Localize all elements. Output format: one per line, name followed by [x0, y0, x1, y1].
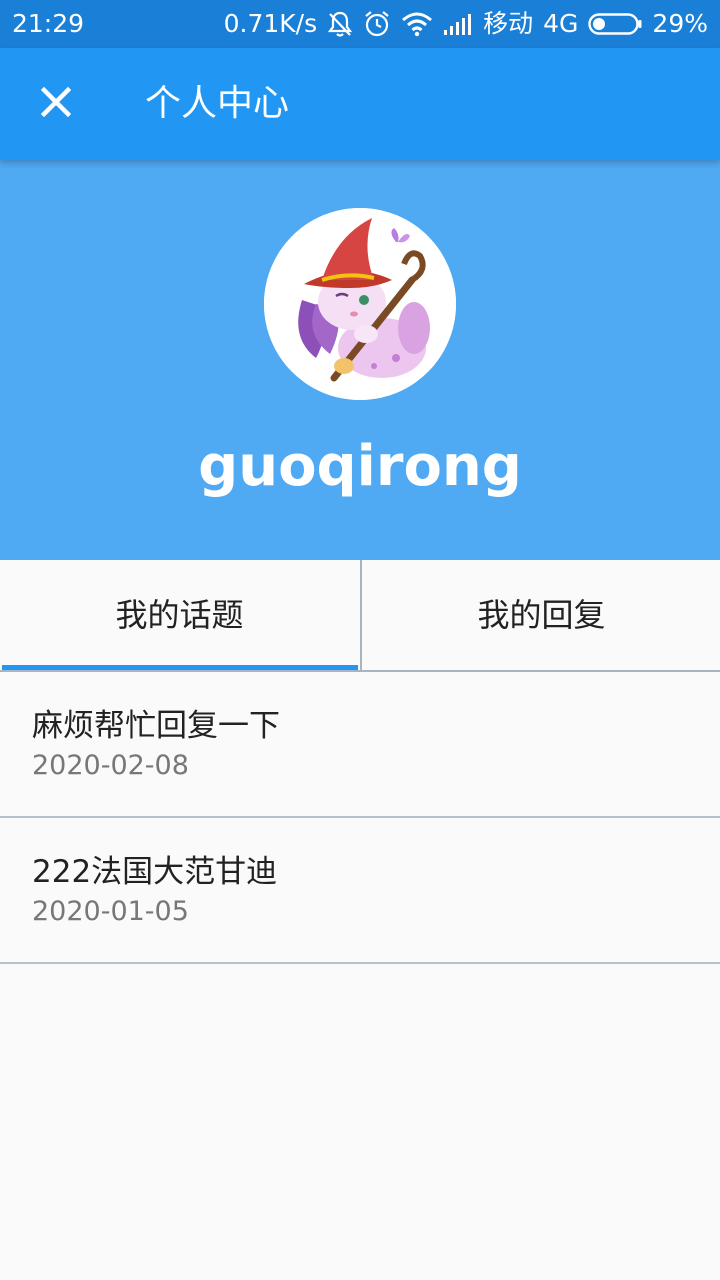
topic-title: 222法国大范甘迪 — [32, 854, 278, 890]
list-item[interactable]: 麻烦帮忙回复一下 2020-02-08 — [0, 672, 720, 818]
status-bar: 21:29 0.71K/s 移动 4G 29% — [0, 0, 720, 48]
username: guoqirong — [198, 434, 522, 499]
close-icon — [40, 86, 72, 121]
battery-icon — [588, 12, 642, 36]
battery-percent: 29% — [652, 9, 708, 38]
alarm-icon — [363, 10, 391, 38]
avatar-image — [264, 208, 456, 400]
carrier-name: 移动 — [483, 9, 534, 38]
signal-icon — [443, 12, 473, 36]
mute-bell-icon — [327, 10, 353, 38]
status-time: 21:29 — [12, 9, 85, 38]
topic-list: 麻烦帮忙回复一下 2020-02-08 222法国大范甘迪 2020-01-05 — [0, 672, 720, 964]
close-button[interactable] — [22, 70, 90, 138]
tab-my-replies[interactable]: 我的回复 — [360, 560, 720, 670]
network-type: 4G — [543, 9, 579, 38]
tab-indicator — [2, 665, 358, 670]
topic-date: 2020-01-05 — [32, 896, 189, 927]
tab-my-topics[interactable]: 我的话题 — [0, 560, 359, 670]
topic-title: 麻烦帮忙回复一下 — [32, 708, 280, 744]
list-item[interactable]: 222法国大范甘迪 2020-01-05 — [0, 818, 720, 964]
avatar[interactable] — [264, 208, 456, 400]
topic-date: 2020-02-08 — [32, 750, 189, 781]
app-bar: 个人中心 — [0, 48, 720, 160]
net-speed: 0.71K/s — [223, 9, 318, 38]
page-title: 个人中心 — [145, 83, 290, 124]
tab-bar: 我的话题 我的回复 — [0, 560, 720, 672]
wifi-icon — [401, 11, 433, 37]
status-indicators: 0.71K/s 移动 4G 29% — [224, 8, 708, 40]
profile-header: guoqirong — [0, 160, 720, 560]
